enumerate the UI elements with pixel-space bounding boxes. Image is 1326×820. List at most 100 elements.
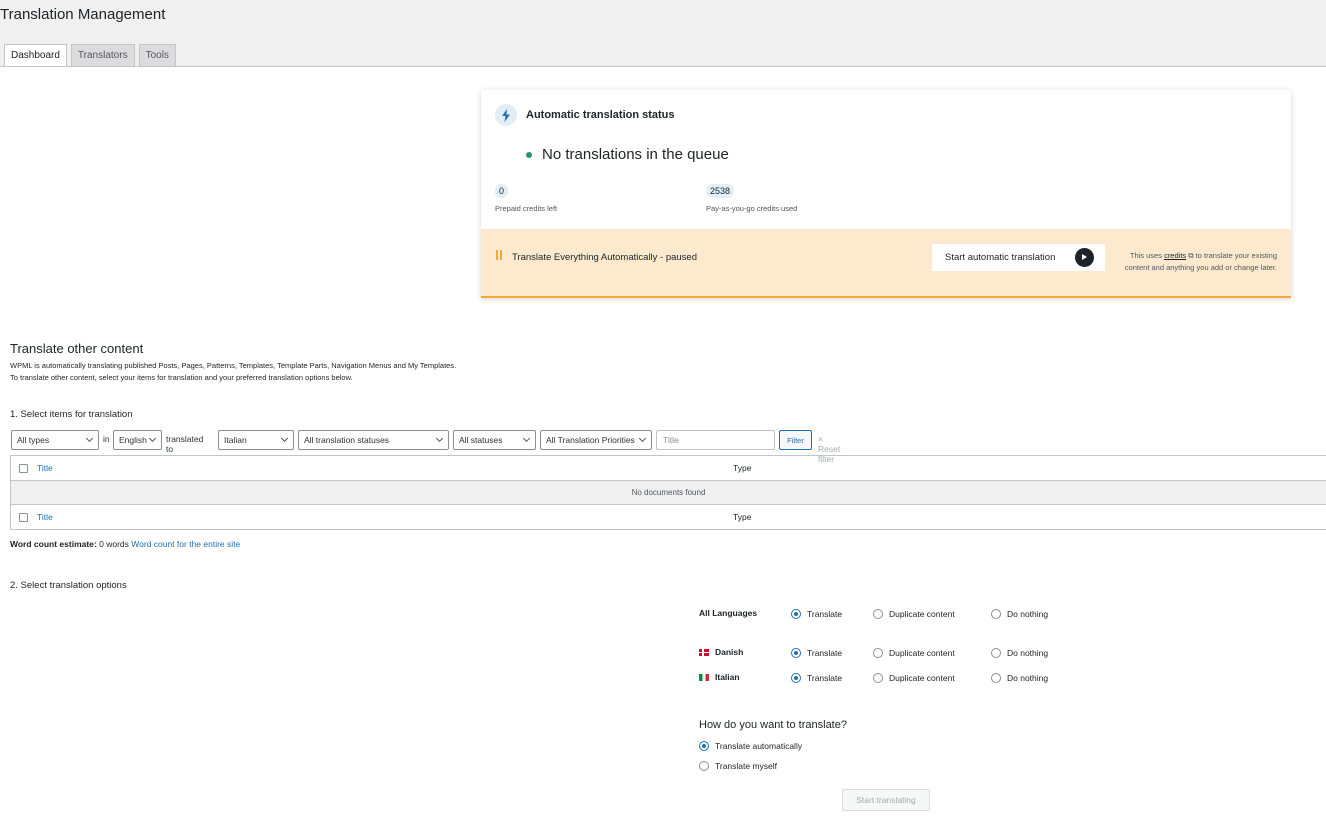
paused-status-text: Translate Everything Automatically - pau… <box>512 252 697 263</box>
italian-duplicate-radio[interactable]: Duplicate content <box>873 673 955 683</box>
credits-note: This uses credits ⧉ to translate your ex… <box>1107 250 1277 273</box>
start-translating-button[interactable]: Start translating <box>842 789 930 811</box>
all-nothing-radio[interactable]: Do nothing <box>991 609 1048 619</box>
italian-flag-icon <box>699 673 709 681</box>
play-icon <box>1075 248 1094 267</box>
radio-label: Duplicate content <box>889 609 955 619</box>
radio-label: Translate <box>807 648 843 658</box>
queue-status: No translations in the queue <box>526 146 729 163</box>
tab-dashboard[interactable]: Dashboard <box>4 44 67 68</box>
pause-icon <box>496 250 502 260</box>
lightning-icon <box>495 104 517 126</box>
credits-link[interactable]: credits <box>1164 251 1186 260</box>
italian-nothing-radio[interactable]: Do nothing <box>991 673 1048 683</box>
radio-icon <box>991 609 1001 619</box>
radio-label: Duplicate content <box>889 648 955 658</box>
payg-credits: 2538 Pay-as-you-go credits used <box>706 182 797 213</box>
start-automatic-translation-button[interactable]: Start automatic translation <box>932 244 1105 271</box>
italian-translate-radio[interactable]: Translate <box>791 673 842 683</box>
radio-icon <box>873 609 883 619</box>
close-icon: × <box>818 434 823 444</box>
language-italian: Italian <box>699 672 740 682</box>
radio-icon <box>791 648 801 658</box>
radio-icon <box>873 673 883 683</box>
danish-flag-icon <box>699 648 709 656</box>
danish-nothing-radio[interactable]: Do nothing <box>991 648 1048 658</box>
radio-label: Translate <box>807 673 843 683</box>
type-column-footer: Type <box>733 512 752 522</box>
type-select[interactable]: All types <box>11 430 99 450</box>
description-line-1: WPML is automatically translating publis… <box>10 361 457 370</box>
card-title: Automatic translation status <box>526 109 675 121</box>
other-content-description: WPML is automatically translating publis… <box>10 360 456 384</box>
language-name-all: All Languages <box>699 608 758 618</box>
auto-translate-footer: Translate Everything Automatically - pau… <box>481 229 1291 298</box>
title-column-header[interactable]: Title <box>37 463 53 473</box>
target-language-select[interactable]: Italian <box>218 430 294 450</box>
page-title: Translation Management <box>0 6 166 23</box>
title-search-input[interactable]: Title <box>656 430 775 450</box>
translation-status-select[interactable]: All translation statuses <box>298 430 449 450</box>
description-line-2: To translate other content, select your … <box>10 373 353 382</box>
in-label: in <box>103 434 110 444</box>
tab-tools[interactable]: Tools <box>138 44 176 67</box>
source-language-select[interactable]: English <box>113 430 162 450</box>
title-column-footer[interactable]: Title <box>37 512 53 522</box>
translate-method-question: How do you want to translate? <box>699 719 847 731</box>
radio-label: Duplicate content <box>889 673 955 683</box>
radio-label: Do nothing <box>1007 648 1049 658</box>
radio-label: Do nothing <box>1007 609 1049 619</box>
radio-icon <box>873 648 883 658</box>
translate-automatically-radio[interactable]: Translate automatically <box>699 741 802 751</box>
step-2-heading: 2. Select translation options <box>10 580 127 591</box>
priority-select[interactable]: All Translation Priorities <box>540 430 652 450</box>
prepaid-credits-label: Prepaid credits left <box>495 204 558 213</box>
radio-icon <box>991 673 1001 683</box>
card-header: Automatic translation status <box>495 104 675 126</box>
start-automatic-translation-label: Start automatic translation <box>945 252 1056 263</box>
status-dot-icon <box>526 151 532 158</box>
select-all-checkbox-footer[interactable] <box>19 513 28 522</box>
other-content-title: Translate other content <box>10 341 144 356</box>
dashboard-content: Automatic translation status No translat… <box>0 67 1326 820</box>
language-name-italian: Italian <box>715 672 740 682</box>
step-1-heading: 1. Select items for translation <box>10 409 133 420</box>
payg-credits-label: Pay-as-you-go credits used <box>706 204 798 213</box>
credits-note-prefix: This uses <box>1129 251 1165 260</box>
danish-duplicate-radio[interactable]: Duplicate content <box>873 648 955 658</box>
radio-label: Do nothing <box>1007 673 1049 683</box>
radio-icon <box>699 761 709 771</box>
radio-icon <box>791 609 801 619</box>
tab-bar: Dashboard Translators Tools <box>4 44 176 68</box>
external-link-icon: ⧉ <box>1186 251 1194 260</box>
translated-to-label: translated to <box>166 434 204 454</box>
prepaid-credits-value: 0 <box>495 184 509 198</box>
radio-icon <box>699 741 709 751</box>
select-all-checkbox[interactable] <box>19 464 28 473</box>
word-count-value: 0 words <box>99 539 129 549</box>
language-danish: Danish <box>699 647 743 657</box>
translate-myself-label: Translate myself <box>715 761 778 771</box>
status-select[interactable]: All statuses <box>453 430 536 450</box>
radio-label: Translate <box>807 609 843 619</box>
danish-translate-radio[interactable]: Translate <box>791 648 842 658</box>
word-count-label: Word count estimate: <box>10 539 97 549</box>
table-header-row: Title Type <box>11 456 1326 480</box>
tab-translators[interactable]: Translators <box>70 44 135 67</box>
table-footer-row: Title Type <box>11 505 1326 529</box>
queue-text: No translations in the queue <box>542 146 729 163</box>
radio-icon <box>991 648 1001 658</box>
translate-automatically-label: Translate automatically <box>715 741 803 751</box>
auto-translation-card: Automatic translation status No translat… <box>481 90 1291 298</box>
word-count-site-link[interactable]: Word count for the entire site <box>131 539 240 549</box>
radio-icon <box>791 673 801 683</box>
filter-button[interactable]: Filter <box>779 430 812 450</box>
type-column-header: Type <box>733 463 752 473</box>
translate-myself-radio[interactable]: Translate myself <box>699 761 777 771</box>
no-documents-message: No documents found <box>631 488 706 497</box>
payg-credits-value: 2538 <box>706 184 735 198</box>
all-duplicate-radio[interactable]: Duplicate content <box>873 609 955 619</box>
table-empty-row: No documents found <box>11 480 1326 505</box>
all-translate-radio[interactable]: Translate <box>791 609 842 619</box>
language-name-danish: Danish <box>715 647 744 657</box>
